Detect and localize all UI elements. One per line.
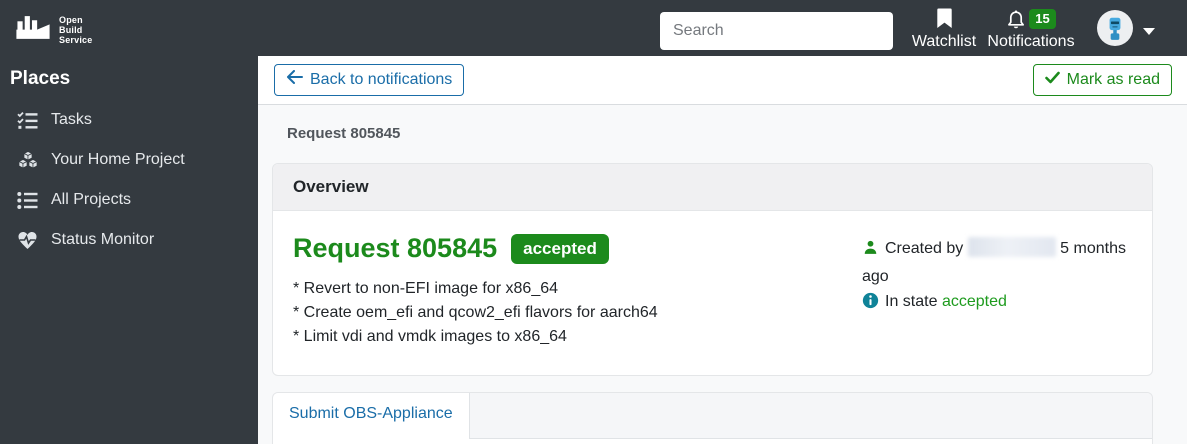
avatar[interactable] [1097, 10, 1133, 46]
sidebar-item-all-projects[interactable]: All Projects [0, 180, 258, 220]
search-input[interactable] [660, 12, 893, 50]
nav-watchlist[interactable]: Watchlist [905, 8, 983, 54]
sidebar-item-label: Your Home Project [51, 151, 185, 169]
mark-as-read-button[interactable]: Mark as read [1033, 64, 1172, 96]
sidebar-item-label: Status Monitor [51, 231, 154, 249]
caret-down-icon[interactable] [1143, 28, 1155, 35]
main-content: Back to notifications Mark as read Reque… [258, 56, 1187, 444]
description-line: * Create oem_efi and qcow2_efi flavors f… [293, 301, 842, 325]
sidebar-item-home-project[interactable]: Your Home Project [0, 140, 258, 180]
actions-card: Submit OBS-Appliance [272, 392, 1153, 444]
cubes-icon [16, 151, 39, 170]
nav-notifications[interactable]: 15 Notifications [983, 8, 1079, 54]
overview-card-body: Request 805845 accepted * Revert to non-… [273, 211, 1152, 375]
content-toolbar: Back to notifications Mark as read [258, 56, 1187, 105]
check-icon [1045, 70, 1060, 90]
state-prefix: In state [885, 293, 937, 310]
state-value-link[interactable]: accepted [942, 293, 1007, 310]
overview-card-header: Overview [273, 164, 1152, 211]
avatar-robot-icon [1102, 15, 1128, 41]
watchlist-label: Watchlist [912, 33, 976, 51]
sidebar-item-label: All Projects [51, 191, 131, 209]
status-badge: accepted [511, 234, 609, 264]
created-by-line: Created by 5 months ago [862, 236, 1132, 289]
request-summary: Request 805845 accepted * Revert to non-… [293, 233, 842, 349]
overview-card: Overview Request 805845 accepted * Rever… [272, 163, 1153, 376]
description-line: * Revert to non-EFI image for x86_64 [293, 277, 842, 301]
sidebar: Places Tasks [0, 56, 258, 444]
obs-logo[interactable]: Open Build Service [14, 13, 92, 46]
brand-text: Open Build Service [59, 15, 92, 45]
notifications-label: Notifications [987, 33, 1074, 51]
request-title: Request 805845 [293, 233, 497, 264]
search-box [660, 12, 893, 50]
state-line: In state accepted [862, 289, 1132, 317]
redacted-username [968, 237, 1056, 257]
notification-count-badge: 15 [1029, 9, 1055, 29]
request-meta: Created by 5 months ago In state ac [862, 233, 1132, 349]
mark-as-read-label: Mark as read [1067, 70, 1160, 90]
factory-logo-icon [14, 13, 52, 46]
list-icon [16, 191, 39, 210]
back-button-label: Back to notifications [310, 70, 452, 90]
request-description: * Revert to non-EFI image for x86_64 * C… [293, 277, 842, 349]
description-line: * Limit vdi and vmdk images to x86_64 [293, 325, 842, 349]
page-title: Request 805845 [287, 125, 1187, 142]
back-arrow-icon [286, 70, 303, 90]
heartbeat-icon [16, 231, 39, 250]
sidebar-item-label: Tasks [51, 111, 92, 129]
tab-bar: Submit OBS-Appliance [273, 393, 1152, 439]
tab-submit-obs-appliance[interactable]: Submit OBS-Appliance [273, 393, 470, 439]
info-icon [862, 292, 879, 317]
bookmark-icon [936, 8, 953, 34]
created-by-prefix: Created by [885, 240, 963, 257]
sidebar-item-tasks[interactable]: Tasks [0, 100, 258, 140]
back-to-notifications-button[interactable]: Back to notifications [274, 64, 464, 96]
user-icon [862, 239, 879, 264]
tasks-icon [16, 111, 39, 130]
top-navbar: Open Build Service Watchlist [0, 0, 1187, 56]
sidebar-heading: Places [10, 68, 258, 90]
sidebar-item-status-monitor[interactable]: Status Monitor [0, 220, 258, 260]
obs-app: Open Build Service Watchlist [0, 0, 1187, 444]
